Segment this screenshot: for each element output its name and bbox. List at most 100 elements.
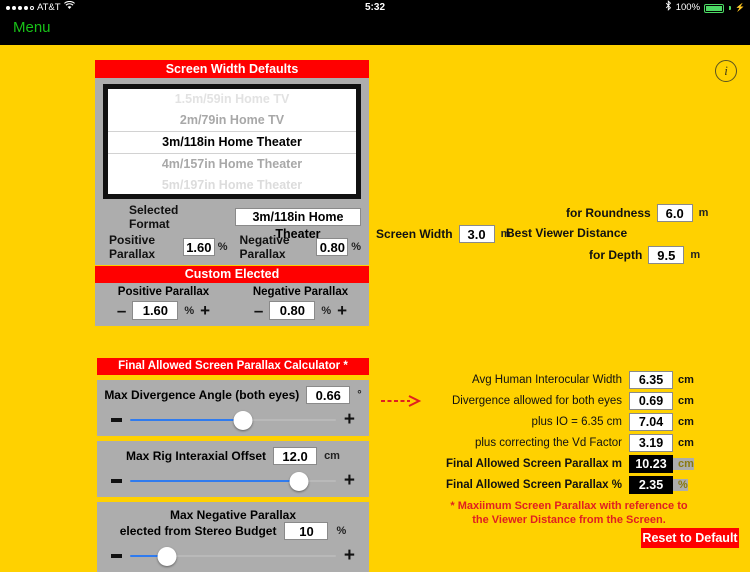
reset-to-default-button[interactable]: Reset to Default: [641, 528, 739, 548]
app-screen: AT&T 5:32 100% ⚡ Menu i Screen Width Def…: [0, 0, 750, 572]
result-value: 6.35: [629, 371, 673, 389]
charging-bolt-icon: ⚡: [735, 3, 745, 12]
result-arrow-spacer: [380, 412, 422, 432]
negative-parallax-budget-label-line1: Max Negative Parallax: [169, 508, 297, 522]
custom-positive-value[interactable]: 1.60: [132, 301, 179, 320]
result-arrow-spacer: [380, 475, 422, 495]
interaxial-offset-unit: cm: [324, 450, 340, 462]
result-arrow-spacer: [380, 370, 422, 390]
divergence-angle-header: Max Divergence Angle (both eyes) 0.66 °: [97, 386, 369, 404]
screen-width-defaults-body: 1.5m/59in Home TV 2m/79in Home TV 3m/118…: [95, 78, 369, 265]
info-icon[interactable]: i: [715, 60, 737, 82]
parallax-calculator-panel: Final Allowed Screen Parallax Calculator…: [97, 358, 369, 572]
result-value: 0.69: [629, 392, 673, 410]
screen-format-picker[interactable]: 1.5m/59in Home TV 2m/79in Home TV 3m/118…: [108, 89, 356, 194]
custom-elected-headers: Positive Parallax Negative Parallax: [95, 286, 369, 298]
menu-button[interactable]: Menu: [13, 19, 51, 36]
result-value: 7.04: [629, 413, 673, 431]
result-unit: cm: [678, 395, 694, 407]
for-roundness-row: for Roundness 6.0 m: [566, 204, 708, 222]
for-depth-value: 9.5: [648, 246, 685, 264]
negative-parallax-label: Negative Parallax: [239, 233, 290, 261]
clock: 5:32: [364, 2, 385, 13]
result-label: Final Allowed Screen Parallax m: [446, 458, 622, 470]
custom-negative-unit: %: [321, 304, 332, 317]
for-roundness-value: 6.0: [656, 204, 693, 222]
positive-decrement-button[interactable]: –: [117, 302, 126, 319]
custom-negative-value[interactable]: 0.80: [269, 301, 316, 320]
screen-width-value: 3.0: [458, 225, 495, 243]
negative-parallax-budget-slider-row: +: [97, 546, 369, 566]
for-depth-unit: m: [690, 249, 701, 261]
custom-negative-stepper: – 0.80 % +: [232, 301, 369, 320]
divergence-angle-slider[interactable]: [130, 410, 336, 430]
result-unit: cm: [678, 374, 694, 386]
divergence-angle-card: Max Divergence Angle (both eyes) 0.66 ° …: [97, 380, 369, 436]
screen-width-label: Screen Width: [376, 227, 453, 241]
dashed-arrow-icon: [380, 391, 422, 411]
custom-elected-panel: Custom Elected Positive Parallax Negativ…: [95, 266, 369, 326]
screen-width-row: Screen Width 3.0 m: [376, 225, 510, 243]
result-unit: cm: [673, 458, 694, 470]
custom-positive-unit: %: [184, 304, 195, 317]
picker-frame: 1.5m/59in Home TV 2m/79in Home TV 3m/118…: [103, 84, 361, 199]
result-unit: cm: [678, 416, 694, 428]
result-row: Divergence allowed for both eyes 0.69 cm: [380, 391, 740, 411]
result-unit: %: [673, 479, 688, 491]
footnote-line-2: the Viewer Distance from the Screen.: [472, 514, 666, 526]
best-viewer-distance-label: Best Viewer Distance: [506, 226, 628, 240]
custom-negative-label: Negative Parallax: [252, 286, 349, 298]
for-roundness-label: for Roundness: [566, 206, 651, 220]
selected-format-label: Selected Format: [129, 203, 179, 231]
divergence-angle-value[interactable]: 0.66: [306, 386, 351, 404]
interaxial-offset-value[interactable]: 12.0: [273, 447, 318, 465]
divergence-angle-unit: °: [357, 389, 362, 401]
negative-parallax-budget-header: Max Negative Parallax elected from Stere…: [97, 508, 369, 540]
results-column: Avg Human Interocular Width 6.35 cm Diverge…: [380, 370, 740, 496]
divergence-angle-slider-row: +: [97, 410, 369, 430]
battery-percent-label: 100%: [675, 2, 701, 13]
budget-increment-button[interactable]: +: [344, 546, 355, 565]
defaults-parallax-row: Positive Parallax 1.60 % Negative Parall…: [103, 233, 361, 265]
picker-option[interactable]: 1.5m/59in Home TV: [108, 89, 356, 110]
interaxial-offset-slider[interactable]: [130, 471, 336, 491]
negative-parallax-budget-unit: %: [336, 525, 347, 537]
negative-increment-button[interactable]: +: [337, 302, 347, 319]
picker-option[interactable]: 4m/157in Home Theater: [108, 154, 356, 175]
interaxial-offset-slider-row: +: [97, 471, 369, 491]
custom-elected-body: Positive Parallax Negative Parallax – 1.…: [95, 283, 369, 326]
interaxial-decrement-button[interactable]: [111, 478, 122, 483]
result-row: plus IO = 6.35 cm 7.04 cm: [380, 412, 740, 432]
result-row: Final Allowed Screen Parallax % 2.35%: [380, 475, 740, 495]
footnote-line-1: * Maxiimum Screen Parallax with referenc…: [450, 500, 688, 512]
result-row: plus correcting the Vd Factor 3.19 cm: [380, 433, 740, 453]
negative-parallax-value: 0.80: [316, 238, 349, 256]
negative-parallax-budget-slider[interactable]: [130, 546, 336, 566]
result-value: 10.23: [629, 455, 673, 473]
positive-increment-button[interactable]: +: [200, 302, 210, 319]
negative-parallax-budget-value[interactable]: 10: [284, 522, 329, 540]
positive-parallax-label: Positive Parallax: [109, 233, 156, 261]
result-label: Avg Human Interocular Width: [472, 374, 622, 386]
for-depth-label: for Depth: [589, 248, 643, 262]
navigation-bar: Menu: [0, 16, 750, 45]
bluetooth-icon: [665, 0, 672, 17]
divergence-decrement-button[interactable]: [111, 417, 122, 422]
battery-icon: [704, 3, 725, 13]
interaxial-increment-button[interactable]: +: [344, 471, 355, 490]
budget-decrement-button[interactable]: [111, 553, 122, 558]
negative-decrement-button[interactable]: –: [254, 302, 263, 319]
footnote: * Maxiimum Screen Parallax with referenc…: [404, 499, 734, 527]
picker-option[interactable]: 2m/79in Home TV: [108, 110, 356, 131]
divergence-increment-button[interactable]: +: [344, 410, 355, 429]
for-roundness-unit: m: [698, 207, 709, 219]
picker-option-selected[interactable]: 3m/118in Home Theater: [108, 131, 356, 154]
positive-parallax-value: 1.60: [182, 238, 215, 256]
positive-parallax-unit: %: [217, 241, 228, 253]
for-depth-row: for Depth 9.5 m: [589, 246, 700, 264]
status-bar-right: 100% ⚡: [665, 0, 745, 16]
picker-option[interactable]: 5m/197in Home Theater: [108, 175, 356, 194]
result-label: Final Allowed Screen Parallax %: [446, 479, 622, 491]
screen-width-defaults-panel: Screen Width Defaults 1.5m/59in Home TV …: [95, 60, 369, 265]
result-row: Final Allowed Screen Parallax m 10.23 cm: [380, 454, 740, 474]
